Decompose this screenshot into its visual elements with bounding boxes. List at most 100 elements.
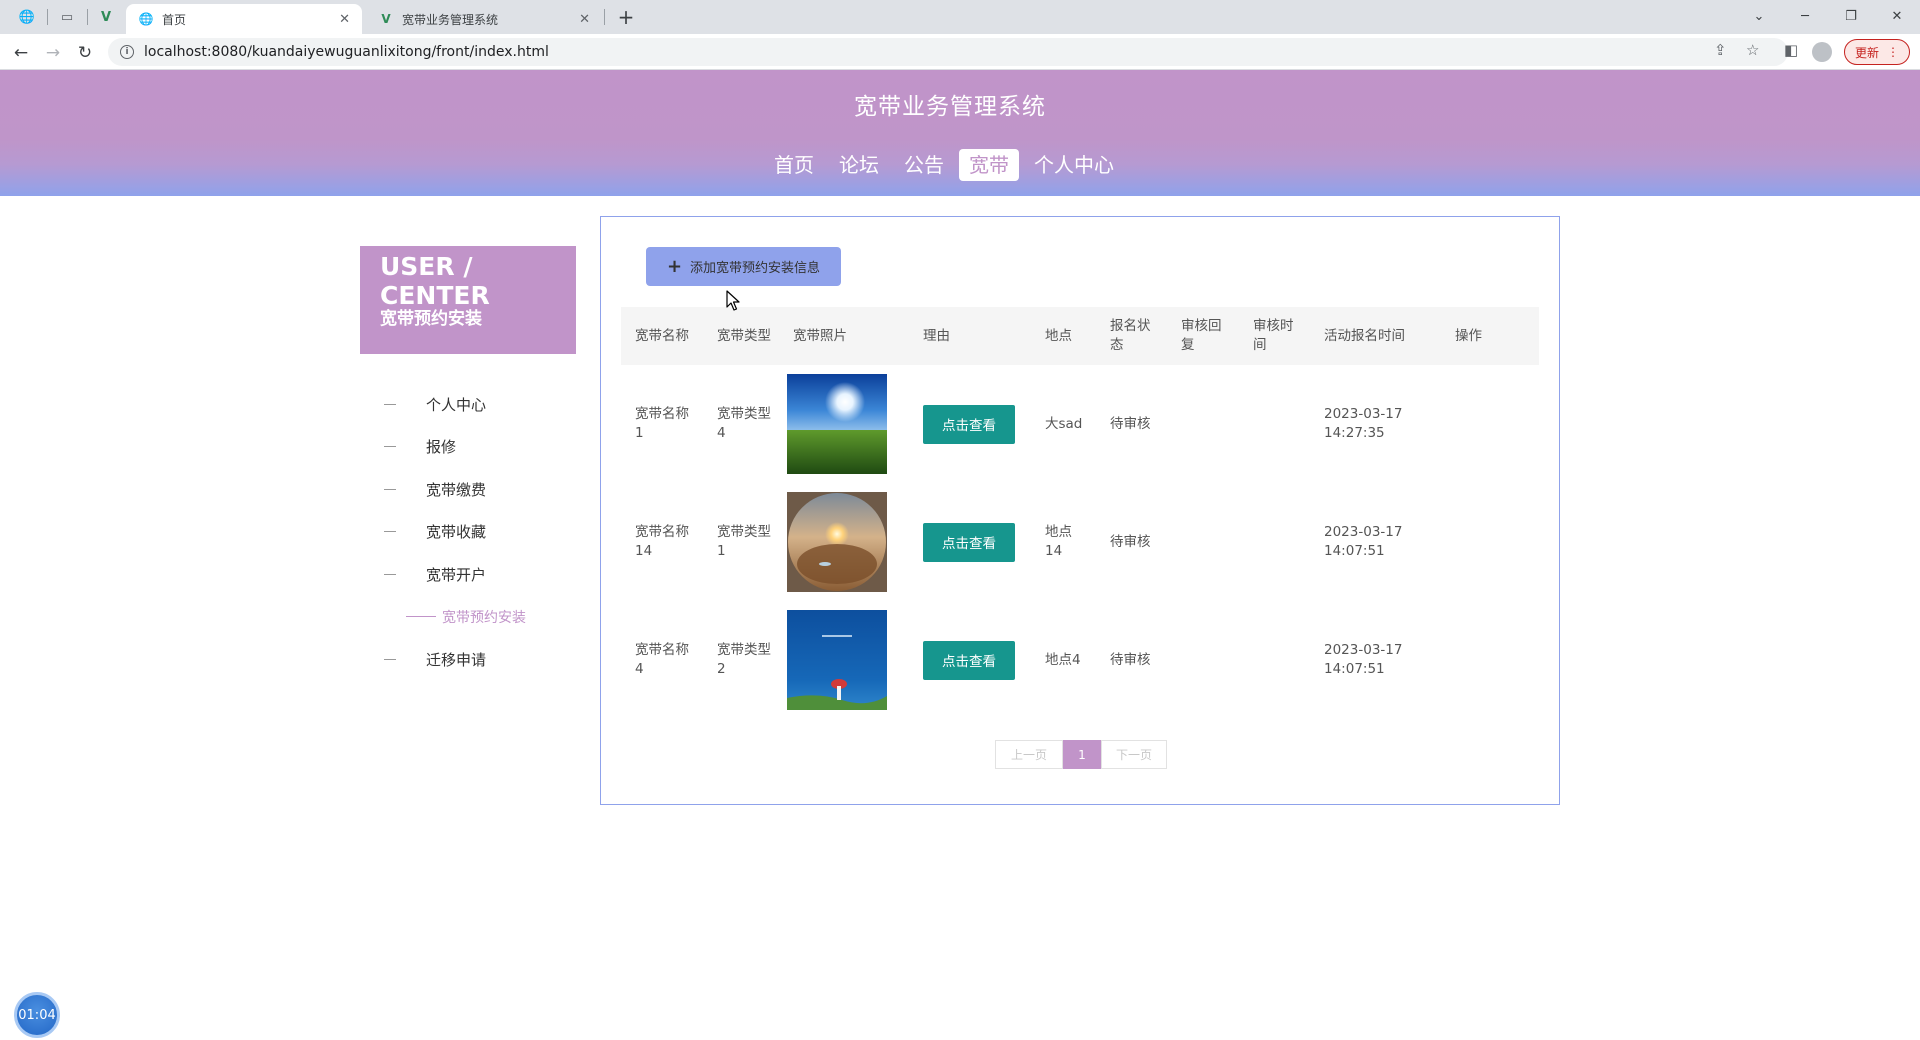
sidebar-item-label: 宽带开户 <box>426 565 487 584</box>
bookmark-star-icon[interactable]: ☆ <box>1746 41 1759 59</box>
cell-review-time <box>1239 365 1310 483</box>
table-row: 宽带名称14 宽带类型1 点击查看 地点14 待审核 2023-03-17 14… <box>621 483 1539 601</box>
column-header: 操作 <box>1441 307 1539 365</box>
prev-page-button[interactable]: 上一页 <box>995 740 1063 769</box>
table-header-row: 宽带名称 宽带类型 宽带照片 理由 地点 报名状态 审核回复 审核时间 活动报名… <box>621 307 1539 365</box>
dash-marker <box>406 616 436 618</box>
next-page-button[interactable]: 下一页 <box>1101 740 1167 769</box>
sidebar-item-installation[interactable]: 宽带预约安装 <box>384 596 584 639</box>
dash-marker <box>384 446 396 448</box>
address-bar[interactable]: i localhost:8080/kuandaiyewuguanlixitong… <box>108 38 1788 66</box>
cell-action <box>1441 483 1539 601</box>
tab-title: 首页 <box>162 12 187 27</box>
sidebar-item-relocation[interactable]: 迁移申请 <box>384 638 584 681</box>
cell-type: 宽带类型2 <box>717 642 771 677</box>
recording-timer-badge[interactable]: 01:04 <box>14 992 60 1038</box>
cell-review-time <box>1239 483 1310 601</box>
sidebar-item-open-account[interactable]: 宽带开户 <box>384 553 584 596</box>
view-reason-button[interactable]: 点击查看 <box>923 404 1015 444</box>
nav-notice[interactable]: 公告 <box>894 149 954 181</box>
column-header: 宽带名称 <box>621 307 703 365</box>
tab-home[interactable]: 🌐 首页 ✕ <box>126 4 362 34</box>
cell-photo <box>779 365 909 483</box>
update-button[interactable]: 更新 ⋮ <box>1844 39 1910 65</box>
column-header: 地点 <box>1031 307 1096 365</box>
side-panel-icon[interactable]: ◧ <box>1784 41 1798 59</box>
profile-avatar[interactable] <box>1812 42 1832 62</box>
cell-status: 待审核 <box>1110 415 1151 432</box>
forward-arrow-icon[interactable]: → <box>40 40 66 66</box>
view-reason-button[interactable]: 点击查看 <box>923 522 1015 562</box>
pagination: 上一页 1 下一页 <box>995 740 1167 769</box>
installation-table: 宽带名称 宽带类型 宽带照片 理由 地点 报名状态 审核回复 审核时间 活动报名… <box>621 307 1539 719</box>
cell-action <box>1441 601 1539 719</box>
more-vert-icon: ⋮ <box>1887 45 1899 59</box>
close-icon[interactable]: ✕ <box>579 12 590 27</box>
back-arrow-icon[interactable]: ← <box>8 40 34 66</box>
column-header: 活动报名时间 <box>1310 307 1441 365</box>
site-header: 宽带业务管理系统 首页 论坛 公告 宽带 个人中心 <box>0 70 1920 196</box>
add-installation-button[interactable]: + 添加宽带预约安装信息 <box>646 247 841 286</box>
site-title: 宽带业务管理系统 <box>854 94 1046 120</box>
cell-reason: 点击查看 <box>909 483 1031 601</box>
plus-icon: + <box>666 256 683 277</box>
blank-page-icon[interactable]: ▭ <box>52 4 82 30</box>
table-row: 宽带名称4 宽带类型2 点击查看 地点4 待审核 2023-03-17 14:0… <box>621 601 1539 719</box>
sidebar-item-user-center[interactable]: 个人中心 <box>384 383 584 426</box>
sidebar-menu: 个人中心 报修 宽带缴费 宽带收藏 宽带开户 宽带预约安装 迁移申请 <box>384 383 584 681</box>
sidebar-item-payment[interactable]: 宽带缴费 <box>384 468 584 511</box>
cell-location: 地点14 <box>1045 524 1072 559</box>
browser-tab-bar: 🌐 ▭ V 🌐 首页 ✕ V 宽带业务管理系统 ✕ + ⌄ ─ ❐ ✕ <box>0 0 1920 34</box>
sidebar-header: USER / CENTER 宽带预约安装 <box>360 246 576 354</box>
sea-umbrella-photo[interactable] <box>787 610 887 710</box>
sidebar-title-cn: 宽带预约安装 <box>380 309 482 329</box>
cell-type: 宽带类型4 <box>717 406 771 441</box>
dash-marker <box>384 531 396 533</box>
column-header: 审核时间 <box>1239 307 1310 365</box>
cell-photo <box>779 483 909 601</box>
cell-status: 待审核 <box>1110 533 1151 550</box>
cell-type: 宽带类型1 <box>717 524 771 559</box>
nav-home[interactable]: 首页 <box>764 149 824 181</box>
globe-icon[interactable]: 🌐 <box>12 4 42 30</box>
cell-review-time <box>1239 601 1310 719</box>
tab-system[interactable]: V 宽带业务管理系统 ✕ <box>366 4 602 34</box>
nav-forum[interactable]: 论坛 <box>829 149 889 181</box>
column-header: 理由 <box>909 307 1031 365</box>
window-close-icon[interactable]: ✕ <box>1874 2 1920 30</box>
update-label: 更新 <box>1854 45 1879 60</box>
vue-logo-icon[interactable]: V <box>91 4 121 30</box>
site-info-icon[interactable]: i <box>120 45 134 59</box>
column-header: 宽带类型 <box>703 307 779 365</box>
cell-reason: 点击查看 <box>909 365 1031 483</box>
desert-sunset-photo[interactable] <box>787 492 887 592</box>
current-page-button[interactable]: 1 <box>1063 740 1101 769</box>
cell-reply <box>1167 483 1239 601</box>
url-text: localhost:8080/kuandaiyewuguanlixitong/f… <box>144 44 549 60</box>
cell-name: 宽带名称14 <box>635 524 689 559</box>
reload-icon[interactable]: ↻ <box>72 40 98 66</box>
sidebar-item-repair[interactable]: 报修 <box>384 426 584 469</box>
tab-separator <box>604 9 605 25</box>
sidebar-item-favorites[interactable]: 宽带收藏 <box>384 511 584 554</box>
dash-marker <box>384 403 396 405</box>
view-reason-button[interactable]: 点击查看 <box>923 640 1015 680</box>
nav-broadband[interactable]: 宽带 <box>959 149 1019 181</box>
minimize-icon[interactable]: ─ <box>1782 2 1828 30</box>
close-icon[interactable]: ✕ <box>339 12 350 27</box>
tab-title: 宽带业务管理系统 <box>402 12 499 27</box>
sidebar-item-label: 迁移申请 <box>426 650 487 669</box>
new-tab-icon[interactable]: + <box>614 5 638 29</box>
meadow-sun-photo[interactable] <box>787 374 887 474</box>
tab-search-chevron-icon[interactable]: ⌄ <box>1736 2 1782 30</box>
restore-icon[interactable]: ❐ <box>1828 2 1874 30</box>
dash-marker <box>384 488 396 490</box>
column-header: 宽带照片 <box>779 307 909 365</box>
cell-action <box>1441 365 1539 483</box>
globe-icon: 🌐 <box>138 12 154 26</box>
cell-name: 宽带名称1 <box>635 406 689 441</box>
share-icon[interactable]: ⇪ <box>1714 41 1727 59</box>
main-nav: 首页 论坛 公告 宽带 个人中心 <box>764 148 1129 182</box>
cell-status: 待审核 <box>1110 651 1151 668</box>
nav-user-center[interactable]: 个人中心 <box>1024 149 1124 181</box>
